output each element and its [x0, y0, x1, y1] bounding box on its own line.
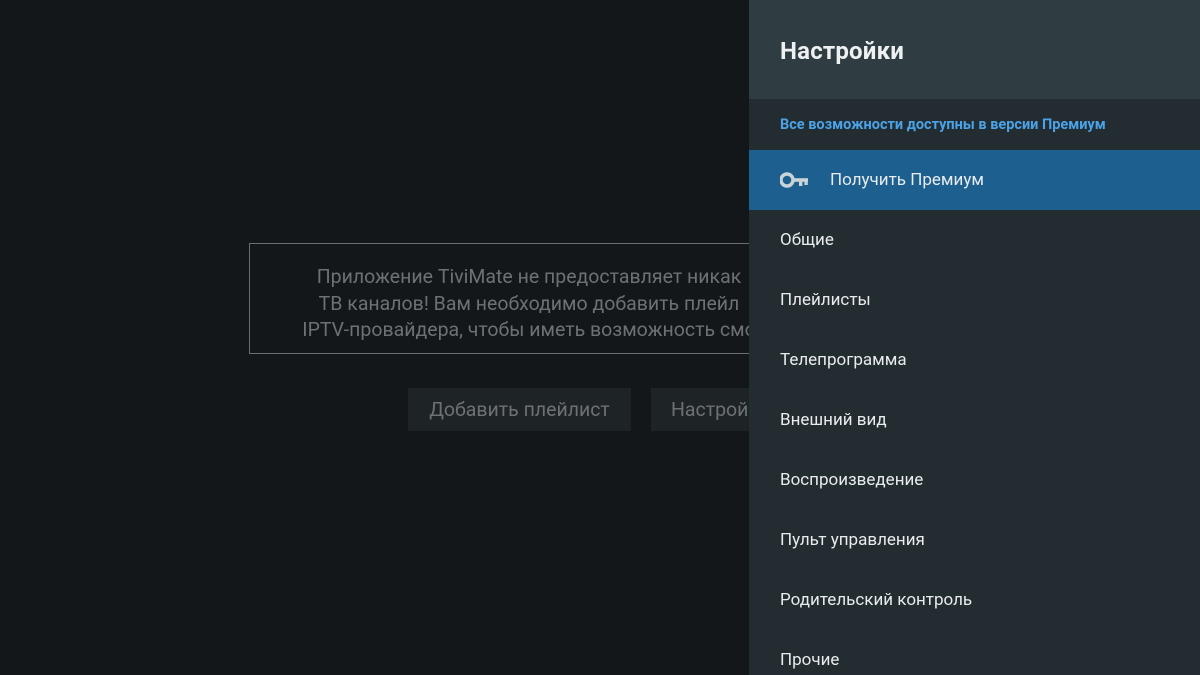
menu-item-get-premium[interactable]: Получить Премиум [749, 150, 1200, 210]
menu-item-label: Прочие [780, 650, 840, 670]
menu-item-label: Общие [780, 230, 834, 250]
settings-header: Настройки [749, 0, 1200, 99]
page-title: Настройки [780, 37, 905, 65]
menu-item-label: Получить Премиум [830, 170, 985, 190]
premium-note: Все возможности доступны в версии Премиу… [780, 116, 1106, 133]
message-line: Приложение TiviMate не предоставляет ник… [316, 265, 742, 288]
menu-item-playlists[interactable]: Плейлисты [749, 270, 1200, 330]
menu-item-remote-control[interactable]: Пульт управления [749, 510, 1200, 570]
message-line: ТВ каналов! Вам необходимо добавить плей… [318, 291, 740, 315]
add-playlist-button[interactable]: Добавить плейлист [408, 388, 631, 431]
menu-item-other[interactable]: Прочие [749, 630, 1200, 675]
no-playlist-message: Приложение TiviMate не предоставляет ник… [249, 243, 809, 354]
menu-item-label: Плейлисты [780, 290, 871, 310]
menu-item-label: Пульт управления [780, 530, 925, 550]
message-line: IPTV-провайдера, чтобы иметь возможность… [302, 318, 756, 341]
settings-panel: Настройки Все возможности доступны в вер… [749, 0, 1200, 675]
menu-item-parental-control[interactable]: Родительский контроль [749, 570, 1200, 630]
menu-item-label: Телепрограмма [780, 350, 907, 370]
key-icon [780, 172, 809, 188]
menu-item-label: Воспроизведение [780, 470, 924, 490]
menu-item-label: Родительский контроль [780, 590, 973, 610]
menu-item-general[interactable]: Общие [749, 210, 1200, 270]
menu-item-tv-guide[interactable]: Телепрограмма [749, 330, 1200, 390]
app-screen: Приложение TiviMate не предоставляет ник… [0, 0, 1200, 675]
menu-item-label: Внешний вид [780, 410, 887, 430]
menu-item-playback[interactable]: Воспроизведение [749, 450, 1200, 510]
menu-item-appearance[interactable]: Внешний вид [749, 390, 1200, 450]
